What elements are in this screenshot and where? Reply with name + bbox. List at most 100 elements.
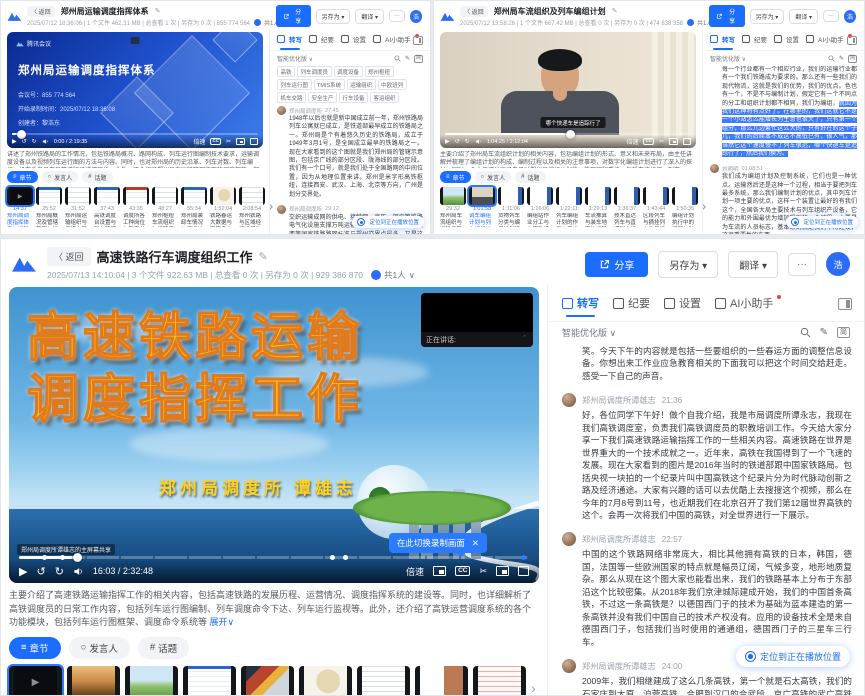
- locate-playing-button[interactable]: 定位到正在播放位置: [352, 216, 424, 228]
- search-icon[interactable]: [394, 55, 401, 62]
- panel-tab[interactable]: 设置: [341, 34, 366, 44]
- chapter-time[interactable]: 14:37: [7, 206, 33, 212]
- pill-button[interactable]: ○发言人: [69, 637, 130, 659]
- edit-title-icon[interactable]: ✎: [259, 250, 268, 263]
- chapter-thumbnail[interactable]: ▶ 1:36:37 技术直达列车与直通列车组织: [614, 187, 640, 227]
- translate-button[interactable]: 翻译 ▾: [728, 251, 778, 278]
- panel-tab[interactable]: 设置: [664, 295, 701, 311]
- simplified-chinese-icon[interactable]: 简: [848, 55, 857, 63]
- video-player[interactable]: 高速铁路运输 调度指挥工作 郑州局调度所 谭雄志 正在讲话:＾ 郑州局调度所谭雄…: [9, 287, 539, 583]
- pill-button[interactable]: ≡章节: [440, 171, 471, 183]
- chapter-time[interactable]: 25:52: [36, 206, 62, 212]
- chapter-thumbnail[interactable]: ▶ 1:43:44 区段列车与摘挂列车的开行: [643, 187, 669, 227]
- keyword-tag[interactable]: 机车交路: [277, 92, 306, 103]
- chapter-thumbnail[interactable]: ▶ 14:37 郑州局调度指挥体系与运输组织概况: [7, 187, 33, 227]
- panel-tab[interactable]: AI小助手: [806, 34, 852, 44]
- chapter-time[interactable]: 1:36:37: [614, 206, 640, 212]
- pip-icon[interactable]: [669, 138, 678, 145]
- user-avatar[interactable]: 浩: [826, 252, 850, 276]
- chapter-time[interactable]: 1:52:04: [210, 206, 236, 212]
- switch-screen-icon[interactable]: [433, 566, 446, 576]
- edit-title-icon[interactable]: ✎: [612, 7, 618, 15]
- pip-icon[interactable]: [496, 566, 509, 576]
- save-as-button[interactable]: 另存为 ▾: [658, 251, 718, 278]
- switch-view-tooltip[interactable]: 在此切换录制画面 ✕: [389, 533, 487, 553]
- volume-icon[interactable]: [42, 138, 49, 145]
- chapter-thumbnail[interactable]: ▶ 25:52 郑州局概况及管辖范围与线路构成: [36, 187, 62, 227]
- collapse-camera-icon[interactable]: ＾: [521, 335, 528, 345]
- locate-playing-button[interactable]: 定位到正在播放位置: [786, 216, 858, 228]
- chapter-time[interactable]: 1:16:06: [527, 206, 553, 212]
- translate-button[interactable]: 翻译 ▾: [789, 9, 818, 24]
- panel-tab[interactable]: 转写: [562, 295, 599, 311]
- translate-button[interactable]: 翻译 ▾: [355, 9, 384, 24]
- chapter-thumbnail[interactable]: ▶ 1:14:23: [473, 666, 526, 696]
- speaker-camera-overlay[interactable]: 正在讲话:＾: [421, 293, 533, 347]
- chapter-thumbnail[interactable]: ▶ 1:22:11 列车编组计划的作用与意义: [556, 187, 582, 227]
- panel-tab[interactable]: 设置: [774, 34, 799, 44]
- chapter-thumbnail[interactable]: ▶ 1:16:06 编组站作业分工与车流改编: [527, 187, 553, 227]
- search-icon[interactable]: [800, 327, 811, 338]
- keyword-tag[interactable]: 安全生产: [308, 92, 337, 103]
- expand-link[interactable]: 展开∨: [210, 617, 235, 627]
- play-button[interactable]: ▶: [12, 138, 17, 145]
- keyword-tag[interactable]: TMIS系统: [314, 79, 345, 90]
- keyword-tag[interactable]: 调度设备: [334, 66, 363, 77]
- transcript-item[interactable]: 郑州局调度所 27:45 1948年以后也就是新中国成立前一年，郑州铁路局列车公…: [277, 106, 423, 199]
- chapter-time[interactable]: 31:52: [65, 206, 91, 212]
- chapter-time[interactable]: 1:29:13: [585, 206, 611, 212]
- clip-icon[interactable]: ✂: [479, 566, 487, 577]
- transcript-timestamp[interactable]: 24:00: [662, 662, 683, 671]
- chapter-thumbnail[interactable]: ▶ 1:29:13 车流推算与装车地直达运输: [585, 187, 611, 227]
- clip-icon[interactable]: ✂: [226, 138, 231, 145]
- keyword-tag[interactable]: 中欧班列: [378, 79, 407, 90]
- chapter-thumbnail[interactable]: ▶ 1:01:58 调车编组计划与列车编组计划: [469, 187, 495, 227]
- save-as-button[interactable]: 另存为 ▾: [316, 9, 351, 24]
- chapter-thumbnail[interactable]: ▶ 48:27 郑州枢纽车流组织与径路安排: [152, 187, 178, 227]
- rewind-icon[interactable]: ↺: [22, 138, 27, 145]
- share-button[interactable]: 分享: [709, 5, 744, 27]
- fullscreen-icon[interactable]: [683, 138, 691, 145]
- pill-button[interactable]: ≡章节: [7, 171, 38, 183]
- chapter-thumbnail[interactable]: ▶ 01:44: [9, 666, 62, 696]
- panel-tab[interactable]: 纪要: [613, 295, 650, 311]
- transcript-timestamp[interactable]: 27:45: [325, 108, 339, 114]
- keyword-tag[interactable]: 客运组织: [370, 92, 399, 103]
- panel-tab[interactable]: 纪要: [309, 34, 334, 44]
- keyword-tag[interactable]: 运输组织: [347, 79, 376, 90]
- chapter-time[interactable]: 1:11:06: [498, 206, 524, 212]
- next-chapters-arrow[interactable]: ›: [531, 680, 536, 696]
- cc-icon[interactable]: CC: [210, 138, 221, 145]
- chapter-thumbnail[interactable]: ▶ 25:32: [67, 666, 120, 696]
- chapter-thumbnail[interactable]: ▶ 33:17: [125, 666, 178, 696]
- chapter-thumbnail[interactable]: ▶ 37:43 高铁调度台设置与列车管理规则: [94, 187, 120, 227]
- transcript-timestamp[interactable]: 22:57: [662, 535, 683, 544]
- chapter-thumbnail[interactable]: ▶ 31:52 郑州局运输组织与枢纽布局介绍: [65, 187, 91, 227]
- keyword-tag[interactable]: 列车运行图: [277, 79, 312, 90]
- chapter-thumbnail[interactable]: ▶ 2:08:54 郑州铁路与区域经济发展的关系: [239, 187, 265, 227]
- transcript-item[interactable]: 郑州局调度所谭雄志 22:57 中国的这个铁路网络非常庞大，相比其他拥有高铁的日…: [562, 532, 852, 648]
- forward-icon[interactable]: ↻: [32, 138, 37, 145]
- user-avatar[interactable]: 浩: [410, 10, 422, 23]
- clip-icon[interactable]: ✂: [659, 138, 664, 145]
- transcript-timestamp[interactable]: 29:12: [325, 206, 339, 212]
- chapter-thumbnail[interactable]: ▶ 1:06:19: [415, 666, 468, 696]
- panel-tab[interactable]: AI小助手: [715, 295, 781, 311]
- close-icon[interactable]: ✕: [472, 538, 479, 549]
- cc-icon[interactable]: CC: [643, 138, 654, 145]
- simplified-chinese-icon[interactable]: 简: [837, 327, 850, 338]
- fullscreen-icon[interactable]: [250, 138, 258, 145]
- chapter-time[interactable]: 37:43: [94, 206, 120, 212]
- chapter-thumbnail[interactable]: ▶ 55:34 郑州局装卸车情况与货运结构分析: [181, 187, 207, 227]
- optimized-version-label[interactable]: 智能优化版 ∨: [277, 54, 313, 63]
- chapter-time[interactable]: 1:50:35: [672, 206, 698, 212]
- chapter-thumbnail[interactable]: ▶ 46:56: [241, 666, 294, 696]
- panel-tab[interactable]: 纪要: [742, 34, 767, 44]
- video-player[interactable]: 腾讯会议 郑州局运输调度指挥体系 会议号：855 774 564 开始录制时间：…: [7, 32, 263, 148]
- edit-icon[interactable]: ✎: [820, 327, 828, 338]
- chapter-time[interactable]: 1:43:44: [643, 206, 669, 212]
- chapter-thumbnail[interactable]: ▶ 29:32 郑州局车流组织与运输径路概述: [440, 187, 466, 227]
- speed-button[interactable]: 倍速: [406, 565, 424, 578]
- transcript-timestamp[interactable]: 21:36: [662, 396, 683, 405]
- chapter-thumbnail[interactable]: ▶ 1:52:04 铁路春运大数据与客流走向分析: [210, 187, 236, 227]
